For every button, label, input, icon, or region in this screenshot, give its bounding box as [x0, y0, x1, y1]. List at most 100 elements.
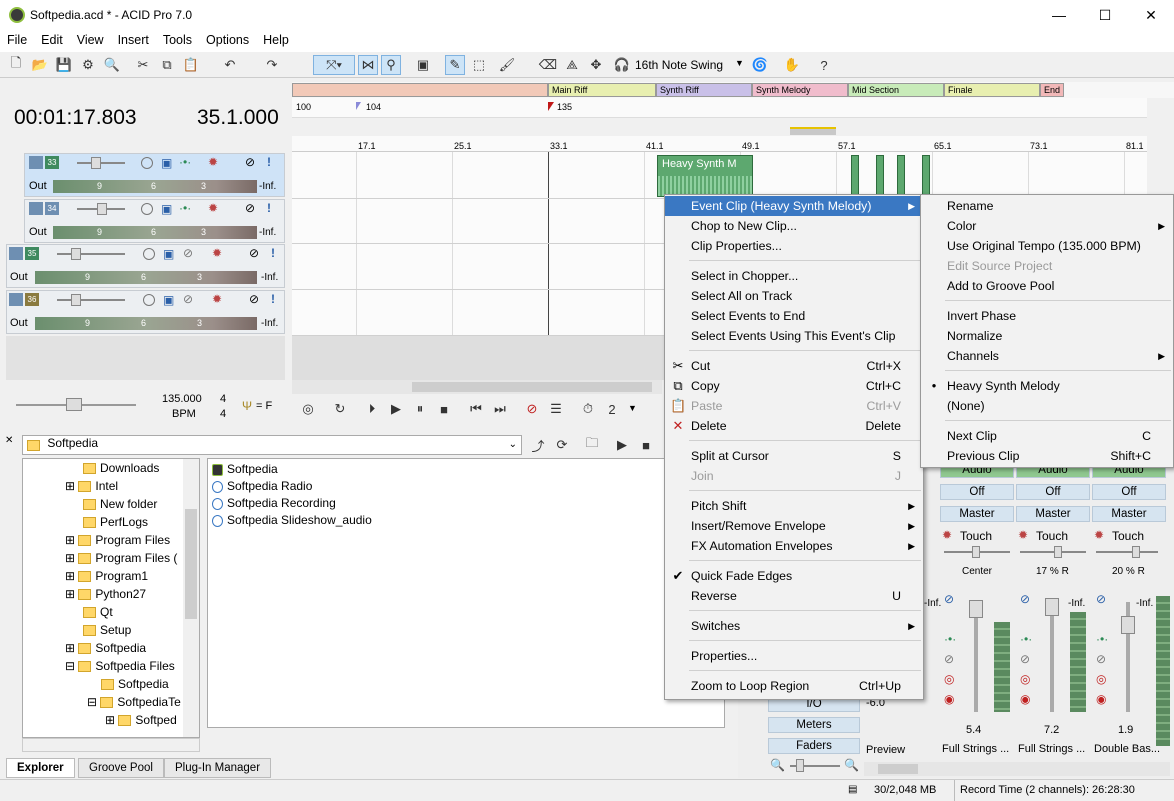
- track-header[interactable]: 34 ▣ ·•· ✹ ⊘ ! Out 9 6 3 -Inf.: [24, 199, 285, 243]
- slider-thumb[interactable]: [1054, 546, 1062, 558]
- event-clip[interactable]: Heavy Synth M: [657, 155, 753, 197]
- path-dropdown[interactable]: Softpedia ⌄: [22, 435, 522, 455]
- paint-tool-icon[interactable]: 🖌: [497, 55, 517, 75]
- fx-icon[interactable]: ✹: [212, 246, 222, 260]
- arm-icon[interactable]: ◎: [944, 672, 954, 686]
- routing-icon[interactable]: ·•·: [944, 632, 956, 646]
- tree-item[interactable]: New folder: [83, 497, 157, 511]
- volume-slider[interactable]: [77, 162, 125, 164]
- slider-thumb[interactable]: [66, 398, 82, 411]
- fader-thumb[interactable]: [969, 600, 983, 618]
- pause-icon[interactable]: ⏸: [410, 399, 430, 419]
- menu-file[interactable]: File: [0, 30, 34, 52]
- track-header[interactable]: 33 ▣ ·•· ✹ ⊘ ! Out 9 6 3 -Inf.: [24, 153, 285, 197]
- solo-icon[interactable]: ⊘: [245, 155, 255, 169]
- play-from-start-icon[interactable]: ⏵: [362, 399, 382, 419]
- close-button[interactable]: ✕: [1128, 0, 1174, 30]
- menu-item-edit-source-project[interactable]: Edit Source Project: [921, 256, 1173, 276]
- tree-item[interactable]: ⊟ SoftpediaTe: [87, 695, 181, 709]
- mixer-scrollbar[interactable]: [864, 762, 1170, 776]
- fx-icon[interactable]: ✹: [208, 155, 218, 169]
- touch-label[interactable]: Touch: [960, 529, 992, 543]
- tab-groove-pool[interactable]: Groove Pool: [78, 758, 164, 778]
- volume-slider[interactable]: [57, 299, 125, 301]
- arm-icon[interactable]: !: [271, 292, 275, 306]
- save-icon[interactable]: 💾: [54, 55, 74, 75]
- lock-envelopes-icon[interactable]: ⚲: [381, 55, 401, 75]
- menu-item-select-events-using-this-event-s-clip[interactable]: Select Events Using This Event's Clip: [665, 326, 923, 346]
- tree-item[interactable]: ⊞ Intel: [65, 479, 118, 493]
- automation-icon[interactable]: ✹: [1018, 528, 1028, 542]
- envelope-tool-icon[interactable]: ⟁: [562, 55, 582, 75]
- region-main-riff[interactable]: Main Riff: [548, 83, 656, 97]
- tab-explorer[interactable]: Explorer: [6, 758, 75, 778]
- solo-icon[interactable]: ⊘: [249, 292, 259, 306]
- file-item[interactable]: Softpedia Radio: [212, 479, 312, 493]
- slider-thumb[interactable]: [1132, 546, 1140, 558]
- minimize-button[interactable]: —: [1036, 0, 1082, 30]
- metronome-icon[interactable]: ⏱: [578, 399, 598, 419]
- region-synth-melody[interactable]: Synth Melody: [752, 83, 848, 97]
- tree-item[interactable]: ⊞ Softpedia: [65, 641, 146, 655]
- meters-button[interactable]: Meters: [768, 717, 860, 733]
- routing-icon[interactable]: ·•·: [179, 201, 191, 215]
- menu-item-select-all-on-track[interactable]: Select All on Track: [665, 286, 923, 306]
- chevron-down-icon[interactable]: ⌄: [509, 439, 517, 450]
- loop-region[interactable]: [790, 127, 836, 135]
- file-item[interactable]: Softpedia: [212, 462, 278, 476]
- bypass-icon[interactable]: ⊘: [183, 246, 193, 260]
- tempo-marker[interactable]: 100: [296, 102, 311, 112]
- tree-item[interactable]: ⊞ Program1: [65, 569, 148, 583]
- tree-item[interactable]: ⊟ Softpedia Files: [65, 659, 175, 673]
- pan-icon[interactable]: [143, 294, 155, 306]
- track-header[interactable]: 36 ▣ ⊘ ✹ ⊘ ! Out 9 6 3 -Inf.: [6, 290, 285, 334]
- arm-icon[interactable]: !: [267, 155, 271, 169]
- tempo-flag-icon[interactable]: [356, 102, 361, 110]
- menu-item-reverse[interactable]: Reverse U: [665, 586, 923, 606]
- strip-name[interactable]: Full Strings ...: [1018, 743, 1085, 755]
- menu-item-split-at-cursor[interactable]: Split at Cursor S: [665, 446, 923, 466]
- tree-item[interactable]: ⊞ Softped: [105, 713, 177, 727]
- event-clip[interactable]: [876, 155, 884, 197]
- event-clip[interactable]: [851, 155, 859, 197]
- touch-label[interactable]: Touch: [1112, 529, 1144, 543]
- loop-bar[interactable]: [292, 118, 1147, 136]
- tree-h-scrollbar[interactable]: [22, 738, 200, 752]
- render-icon[interactable]: ⚙: [78, 55, 98, 75]
- play-icon[interactable]: ▶: [386, 399, 406, 419]
- menu-item-cut[interactable]: ✂ Cut Ctrl+X: [665, 356, 923, 376]
- time-sig-top[interactable]: 4: [220, 393, 226, 405]
- chevron-down-icon[interactable]: ▼: [628, 403, 637, 413]
- menu-item-select-events-to-end[interactable]: Select Events to End: [665, 306, 923, 326]
- off-button[interactable]: Off: [1092, 484, 1166, 500]
- paste-icon[interactable]: 📋: [181, 55, 201, 75]
- region-end[interactable]: End: [1040, 83, 1064, 97]
- solo-icon[interactable]: ⊘: [944, 592, 954, 606]
- cut-icon[interactable]: ✂: [133, 55, 153, 75]
- tab-plug-in-manager[interactable]: Plug-In Manager: [164, 758, 272, 778]
- tree-item[interactable]: ⊞ Python27: [65, 587, 146, 601]
- tree-item[interactable]: Softpedia: [101, 677, 169, 691]
- key-value[interactable]: = F: [256, 400, 272, 412]
- off-button[interactable]: Off: [1016, 484, 1090, 500]
- menu-item-chop-to-new-clip[interactable]: Chop to New Clip...: [665, 216, 923, 236]
- zoom-in-icon[interactable]: 🔍: [844, 758, 859, 772]
- menu-item-color[interactable]: Color ▶: [921, 216, 1173, 236]
- slider-thumb[interactable]: [71, 294, 81, 306]
- marker-icon[interactable]: ▣: [413, 55, 433, 75]
- track-header[interactable]: 35 ▣ ⊘ ✹ ⊘ ! Out 9 6 3 -Inf.: [6, 244, 285, 288]
- tree-item[interactable]: PerfLogs: [83, 515, 148, 529]
- file-item[interactable]: Softpedia Slideshow_audio: [212, 513, 372, 527]
- menu-item-delete[interactable]: ✕ Delete Delete: [665, 416, 923, 436]
- solo-icon[interactable]: ⊘: [1020, 592, 1030, 606]
- menu-item-none[interactable]: (None): [921, 396, 1173, 416]
- menu-item-rename[interactable]: Rename: [921, 196, 1173, 216]
- go-to-end-icon[interactable]: ⏭: [490, 399, 510, 419]
- menu-item-normalize[interactable]: Normalize: [921, 326, 1173, 346]
- redo-icon[interactable]: ↷: [262, 55, 282, 75]
- menu-item-clip-properties[interactable]: Clip Properties...: [665, 236, 923, 256]
- record-icon[interactable]: ◎: [298, 399, 318, 419]
- pan-icon[interactable]: [141, 157, 153, 169]
- tempo-marker[interactable]: 104: [366, 102, 381, 112]
- menu-item-select-in-chopper[interactable]: Select in Chopper...: [665, 266, 923, 286]
